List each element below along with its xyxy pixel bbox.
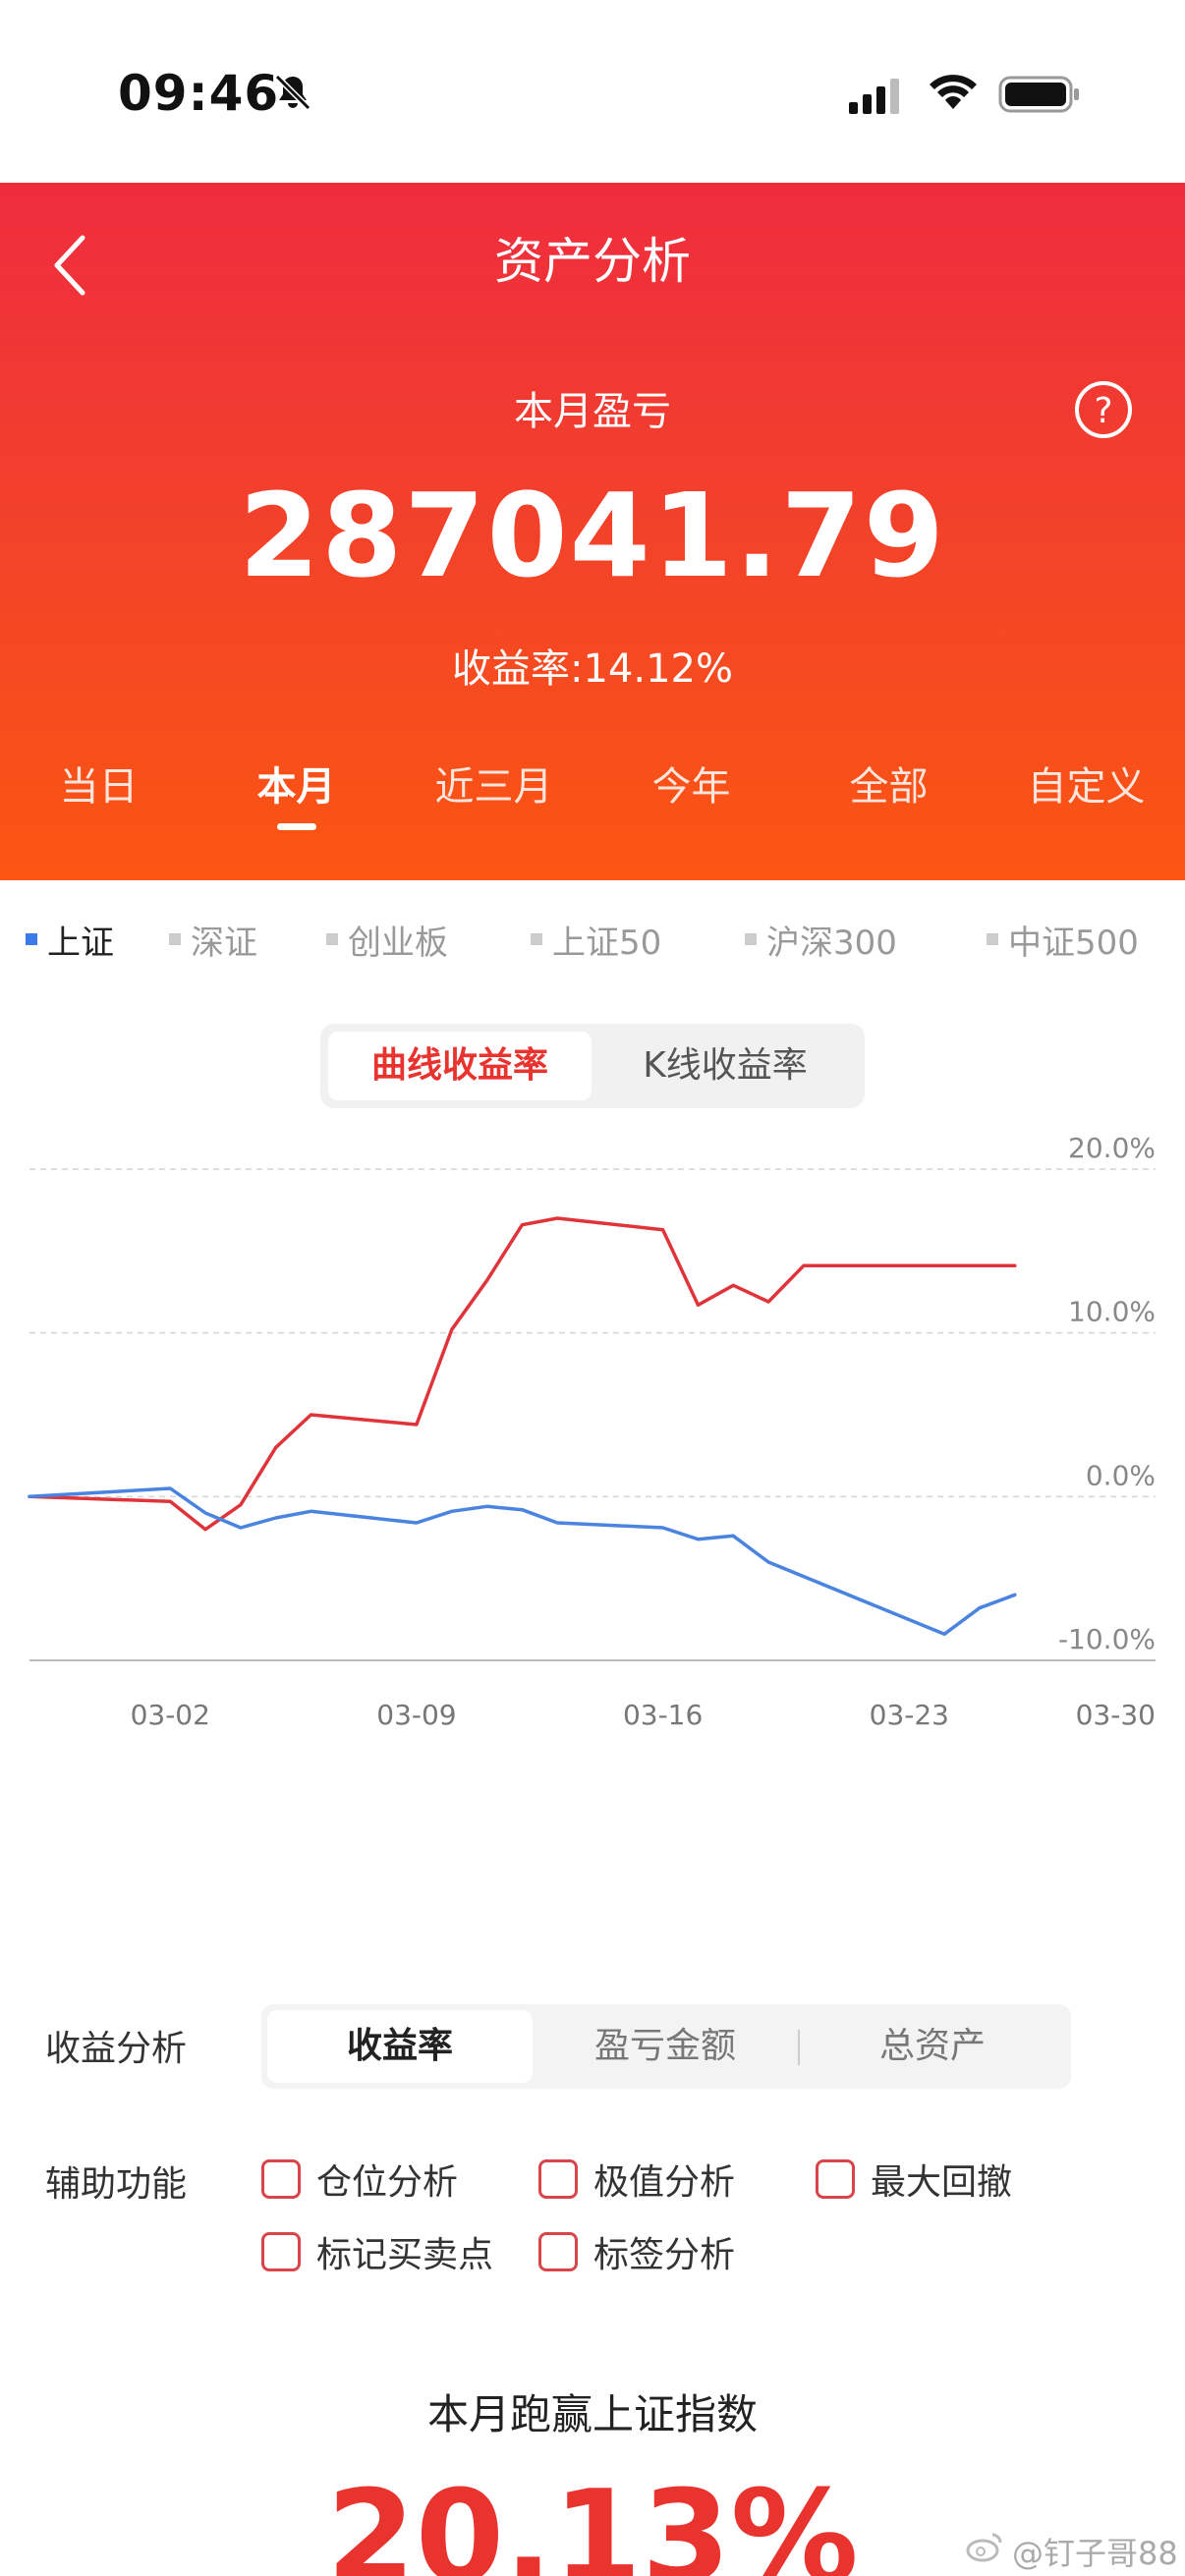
- kline-return-button[interactable]: K线收益率: [593, 1032, 857, 1100]
- wifi-icon: [930, 75, 977, 109]
- checkbox-icon: [261, 2232, 301, 2271]
- tab-three-months[interactable]: 近三月: [395, 753, 592, 841]
- analysis-rate-button[interactable]: 收益率: [267, 2010, 533, 2083]
- checkbox-icon: [538, 2159, 578, 2199]
- legend-dot: [531, 933, 542, 945]
- pnl-value: 287041.79: [239, 468, 946, 603]
- checkbox-max-drawdown[interactable]: 最大回撤: [816, 2154, 1012, 2205]
- beat-index-title: 本月跑赢上证指数: [426, 2390, 758, 2438]
- status-time: 09:46: [118, 65, 280, 122]
- page-title: 资产分析: [494, 233, 691, 290]
- tab-this-year[interactable]: 今年: [592, 753, 790, 841]
- index-csi300[interactable]: 沪深300: [745, 910, 897, 969]
- watermark: @钉子哥88: [1012, 2535, 1178, 2572]
- checkbox-position-analysis[interactable]: 仓位分析: [261, 2154, 458, 2205]
- checkbox-extreme-analysis[interactable]: 极值分析: [538, 2154, 735, 2205]
- legend-dot: [169, 933, 181, 945]
- analysis-mode-toggle: 收益率 盈亏金额 总资产: [261, 2004, 1071, 2089]
- beat-index-value: 20.13%: [326, 2462, 859, 2576]
- aux-label: 辅助功能: [45, 2164, 188, 2205]
- legend-dot: [326, 933, 338, 945]
- return-rate: 收益率:14.12%: [452, 646, 733, 692]
- checkbox-icon: [538, 2232, 578, 2271]
- weibo-icon: [966, 2533, 1002, 2562]
- y-tick-label: -10.0%: [1058, 1623, 1156, 1655]
- index-shanghai[interactable]: 上证: [26, 910, 114, 969]
- checkbox-mark-trades[interactable]: 标记买卖点: [261, 2226, 493, 2277]
- checkbox-icon: [261, 2159, 301, 2199]
- bell-muted-icon: [274, 74, 311, 111]
- tab-today[interactable]: 当日: [0, 753, 198, 841]
- battery-icon: [998, 76, 1079, 113]
- svg-text:?: ?: [1094, 391, 1112, 431]
- period-tabs: 当日 本月 近三月 今年 全部 自定义: [0, 753, 1185, 841]
- chart-mode-toggle: 曲线收益率 K线收益率: [320, 1024, 865, 1108]
- index-return-line: [28, 1486, 1017, 1637]
- portfolio-return-line: [28, 1216, 1017, 1532]
- return-line-chart[interactable]: 20.0% 10.0% 0.0% -10.0% 03-02 03-09 03-16 03-23…: [0, 1120, 1185, 1935]
- tab-all[interactable]: 全部: [790, 753, 988, 841]
- y-tick-label: 20.0%: [1068, 1132, 1156, 1164]
- legend-dot: [26, 933, 37, 945]
- index-shenzhen[interactable]: 深证: [169, 910, 257, 969]
- analysis-total-assets-button[interactable]: 总资产: [800, 2010, 1065, 2083]
- legend-dot: [987, 933, 998, 945]
- x-tick-label: 03-09: [376, 1699, 456, 1731]
- status-bar: 09:46: [0, 0, 1185, 183]
- checkbox-tag-analysis[interactable]: 标签分析: [538, 2226, 735, 2277]
- analysis-pnl-amount-button[interactable]: 盈亏金额: [533, 2010, 798, 2083]
- analysis-label: 收益分析: [45, 2029, 188, 2069]
- pnl-label: 本月盈亏: [514, 389, 671, 434]
- index-csi500[interactable]: 中证500: [987, 910, 1139, 969]
- tab-custom[interactable]: 自定义: [988, 753, 1185, 841]
- x-tick-label: 03-16: [623, 1699, 703, 1731]
- index-chinext[interactable]: 创业板: [326, 910, 448, 969]
- index-sse50[interactable]: 上证50: [531, 910, 661, 969]
- active-tab-indicator: [276, 823, 316, 830]
- legend-dot: [745, 933, 757, 945]
- header-hero: 资产分析 本月盈亏 ? 287041.79 收益率:14.12% 当日 本月 近…: [0, 183, 1185, 880]
- y-tick-label: 10.0%: [1068, 1296, 1156, 1328]
- x-tick-label: 03-02: [131, 1699, 210, 1731]
- cellular-signal-icon: [849, 79, 899, 114]
- x-tick-label: 03-23: [870, 1699, 949, 1731]
- y-tick-label: 0.0%: [1086, 1459, 1156, 1491]
- x-tick-label: 03-30: [1076, 1699, 1156, 1731]
- checkbox-icon: [816, 2159, 855, 2199]
- help-question-icon[interactable]: ?: [1073, 379, 1134, 440]
- curve-return-button[interactable]: 曲线收益率: [328, 1032, 592, 1100]
- tab-month[interactable]: 本月: [198, 753, 395, 841]
- index-selector: 上证 深证 创业板 上证50 沪深300 中证500: [0, 910, 1185, 969]
